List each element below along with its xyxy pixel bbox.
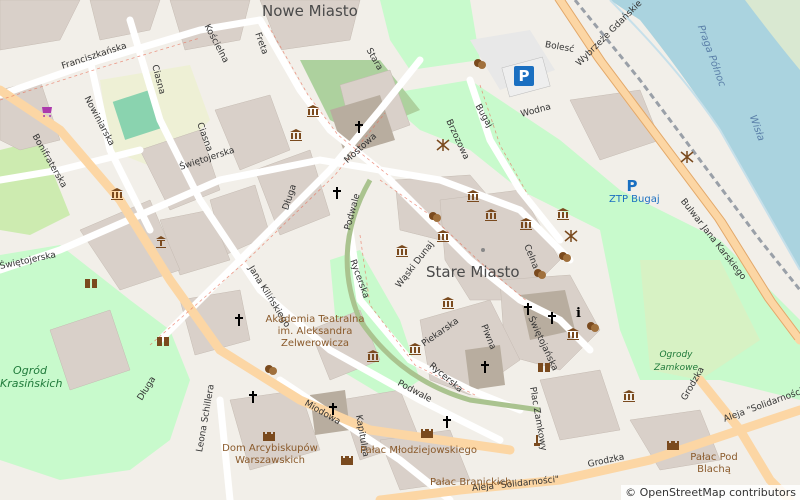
castle-icon[interactable] <box>666 437 680 451</box>
shop-icon[interactable] <box>40 104 54 118</box>
castle-icon[interactable] <box>262 428 276 442</box>
museum-icon[interactable] <box>519 217 533 231</box>
church-icon[interactable] <box>326 402 340 416</box>
museum-icon[interactable] <box>306 104 320 118</box>
park-label-krasinskich: Ogród Krasińskich <box>0 364 63 390</box>
theatre-icon[interactable] <box>558 250 572 264</box>
poi-akademia-teatralna: Akademia Teatralna im. Aleksandra Zelwer… <box>265 314 365 349</box>
church-icon[interactable] <box>521 302 535 316</box>
parking-icon[interactable]: P <box>622 176 642 196</box>
monument-icon[interactable] <box>530 433 544 447</box>
museum-icon[interactable] <box>366 349 380 363</box>
poi-palac-pod-blacha: Pałac Pod Blachą <box>690 452 738 475</box>
museum-icon[interactable] <box>436 229 450 243</box>
poi-dom-arcybiskupow: Dom Arcybiskupów Warszawskich <box>222 443 318 466</box>
museum-icon[interactable] <box>441 296 455 310</box>
library-icon[interactable] <box>537 360 551 374</box>
church-icon[interactable] <box>330 186 344 200</box>
museum-icon[interactable] <box>395 244 409 258</box>
library-icon[interactable] <box>84 276 98 290</box>
museum-icon[interactable] <box>289 128 303 142</box>
church-icon[interactable] <box>545 311 559 325</box>
courthouse-icon[interactable] <box>154 235 168 249</box>
theatre-icon[interactable] <box>264 363 278 377</box>
district-stare-miasto: Stare Miasto <box>426 263 520 281</box>
museum-icon[interactable] <box>408 342 422 356</box>
museum-icon[interactable] <box>622 389 636 403</box>
church-icon[interactable] <box>440 415 454 429</box>
map-attribution[interactable]: © OpenStreetMap contributors <box>621 485 800 500</box>
viewpoint-icon[interactable] <box>680 150 694 164</box>
parking-icon[interactable]: P <box>514 66 534 86</box>
church-icon[interactable] <box>352 120 366 134</box>
church-icon[interactable] <box>232 313 246 327</box>
parking-label-ztp-bugaj: ZTP Bugaj <box>609 194 660 205</box>
museum-icon[interactable] <box>466 189 480 203</box>
library-icon[interactable] <box>156 334 170 348</box>
poi-palac-branickich: Pałac Branickich <box>430 477 512 488</box>
theatre-icon[interactable] <box>533 267 547 281</box>
map[interactable]: Nowe Miasto Stare Miasto Franciszkańska … <box>0 0 800 500</box>
district-nowe-miasto: Nowe Miasto <box>262 2 358 20</box>
theatre-icon[interactable] <box>473 57 487 71</box>
museum-icon[interactable] <box>110 187 124 201</box>
viewpoint-icon[interactable] <box>564 229 578 243</box>
museum-icon[interactable] <box>566 327 580 341</box>
church-icon[interactable] <box>246 390 260 404</box>
info-icon[interactable]: i <box>572 305 586 319</box>
church-icon[interactable] <box>478 360 492 374</box>
museum-icon[interactable] <box>556 207 570 221</box>
svg-text:i: i <box>576 306 581 319</box>
castle-icon[interactable] <box>340 452 354 466</box>
park-label-ogrody-zamkowe: Ogrody Zamkowe <box>653 350 699 373</box>
theatre-icon[interactable] <box>586 320 600 334</box>
theatre-icon[interactable] <box>428 210 442 224</box>
museum-icon[interactable] <box>484 208 498 222</box>
castle-icon[interactable] <box>420 425 434 439</box>
viewpoint-icon[interactable] <box>436 138 450 152</box>
poi-palac-mlodziejowskiego: Pałac Młodziejowskiego <box>360 445 477 456</box>
